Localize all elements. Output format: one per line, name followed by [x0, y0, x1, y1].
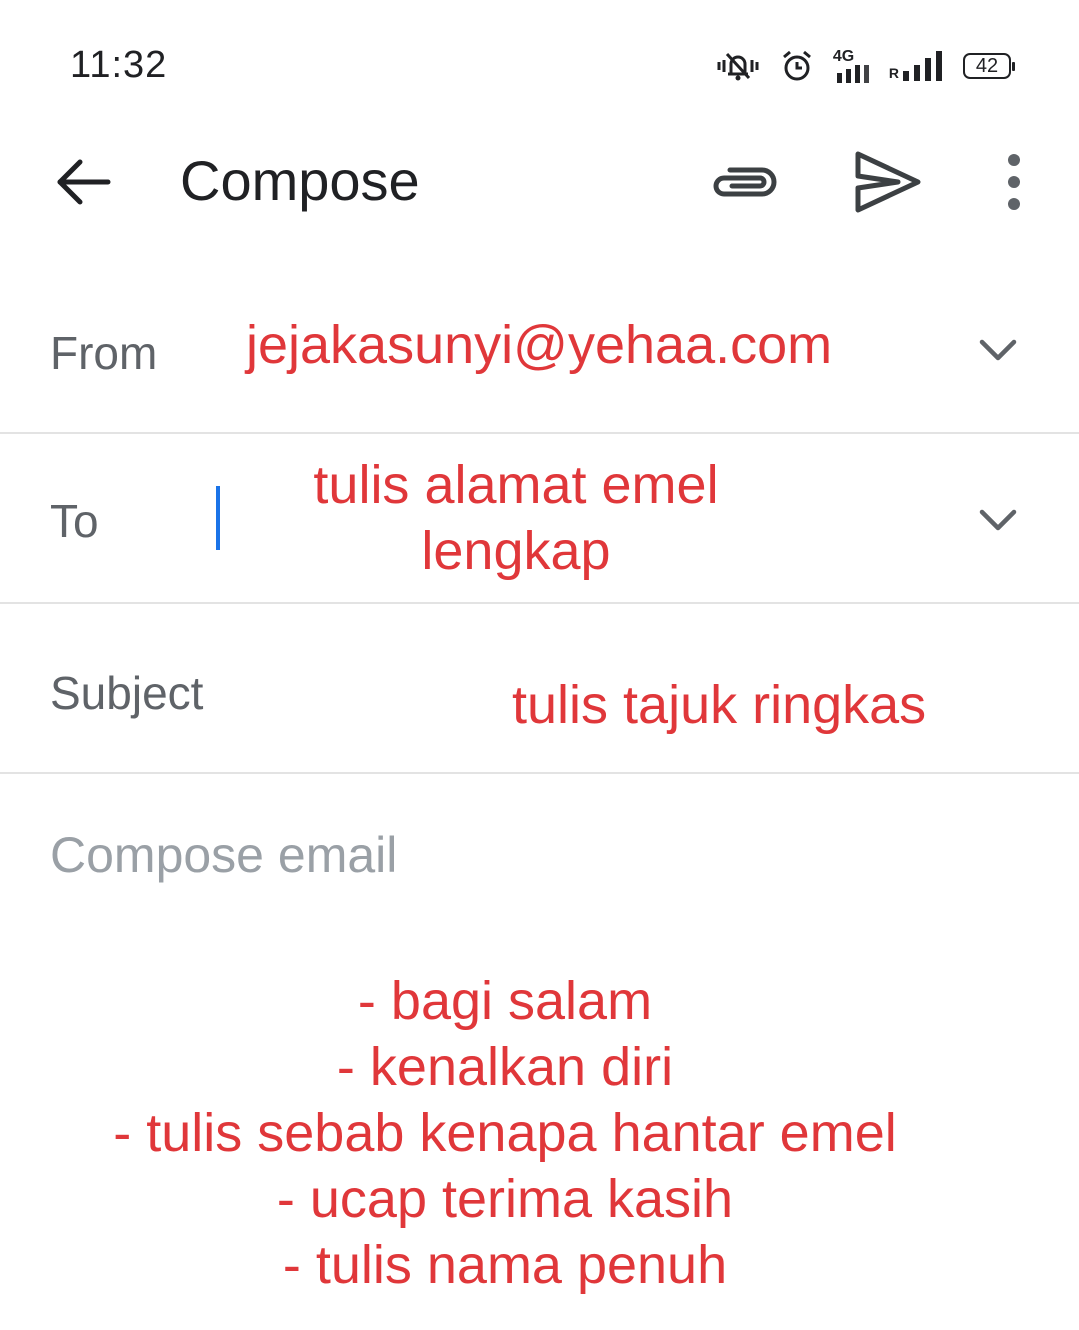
- network-type-label: 4G: [832, 48, 855, 65]
- body-annotation-line: - ucap terima kasih: [276, 1169, 734, 1229]
- status-time: 11:32: [70, 44, 168, 86]
- body-annotation-line: - bagi salam: [357, 971, 653, 1031]
- to-label: To: [50, 495, 99, 547]
- subject-annotation: tulis tajuk ringkas: [512, 675, 927, 735]
- chevron-down-icon: [979, 509, 1017, 531]
- back-arrow-icon: [57, 159, 111, 205]
- send-icon: [855, 151, 921, 213]
- compose-body-placeholder: Compose email: [50, 827, 398, 883]
- subject-label: Subject: [50, 667, 204, 719]
- signal-icon: R: [889, 51, 943, 81]
- roaming-label: R: [888, 65, 899, 81]
- alarm-icon: [781, 50, 813, 82]
- from-dropdown-button[interactable]: [976, 336, 1020, 364]
- body-annotation-line: - kenalkan diri: [336, 1037, 674, 1097]
- body-annotation: - bagi salam - kenalkan diri - tulis seb…: [0, 968, 1010, 1298]
- send-button[interactable]: [848, 146, 924, 218]
- vibrate-mute-icon: [715, 50, 761, 82]
- status-icons: 4G R 42: [715, 46, 1015, 86]
- chevron-down-icon: [979, 339, 1017, 361]
- from-email-value[interactable]: jejakasunyi@yehaa.com: [246, 312, 832, 378]
- to-dropdown-button[interactable]: [976, 506, 1020, 534]
- divider: [0, 432, 1079, 434]
- divider: [0, 772, 1079, 774]
- from-label: From: [50, 327, 158, 379]
- battery-icon: 42: [963, 53, 1015, 79]
- to-annotation-line: lengkap: [421, 521, 611, 581]
- more-vert-icon: [1008, 154, 1020, 210]
- to-annotation-line: tulis alamat emel: [313, 455, 719, 515]
- more-options-button[interactable]: [992, 148, 1036, 216]
- mobile-data-icon: 4G: [833, 49, 869, 83]
- body-annotation-line: - tulis nama penuh: [282, 1235, 728, 1295]
- attach-icon: [713, 167, 777, 197]
- body-annotation-line: - tulis sebab kenapa hantar emel: [113, 1103, 897, 1163]
- back-button[interactable]: [52, 150, 116, 214]
- divider: [0, 602, 1079, 604]
- to-annotation: tulis alamat emel lengkap: [216, 452, 816, 584]
- attach-button[interactable]: [706, 150, 782, 214]
- page-title: Compose: [180, 149, 420, 212]
